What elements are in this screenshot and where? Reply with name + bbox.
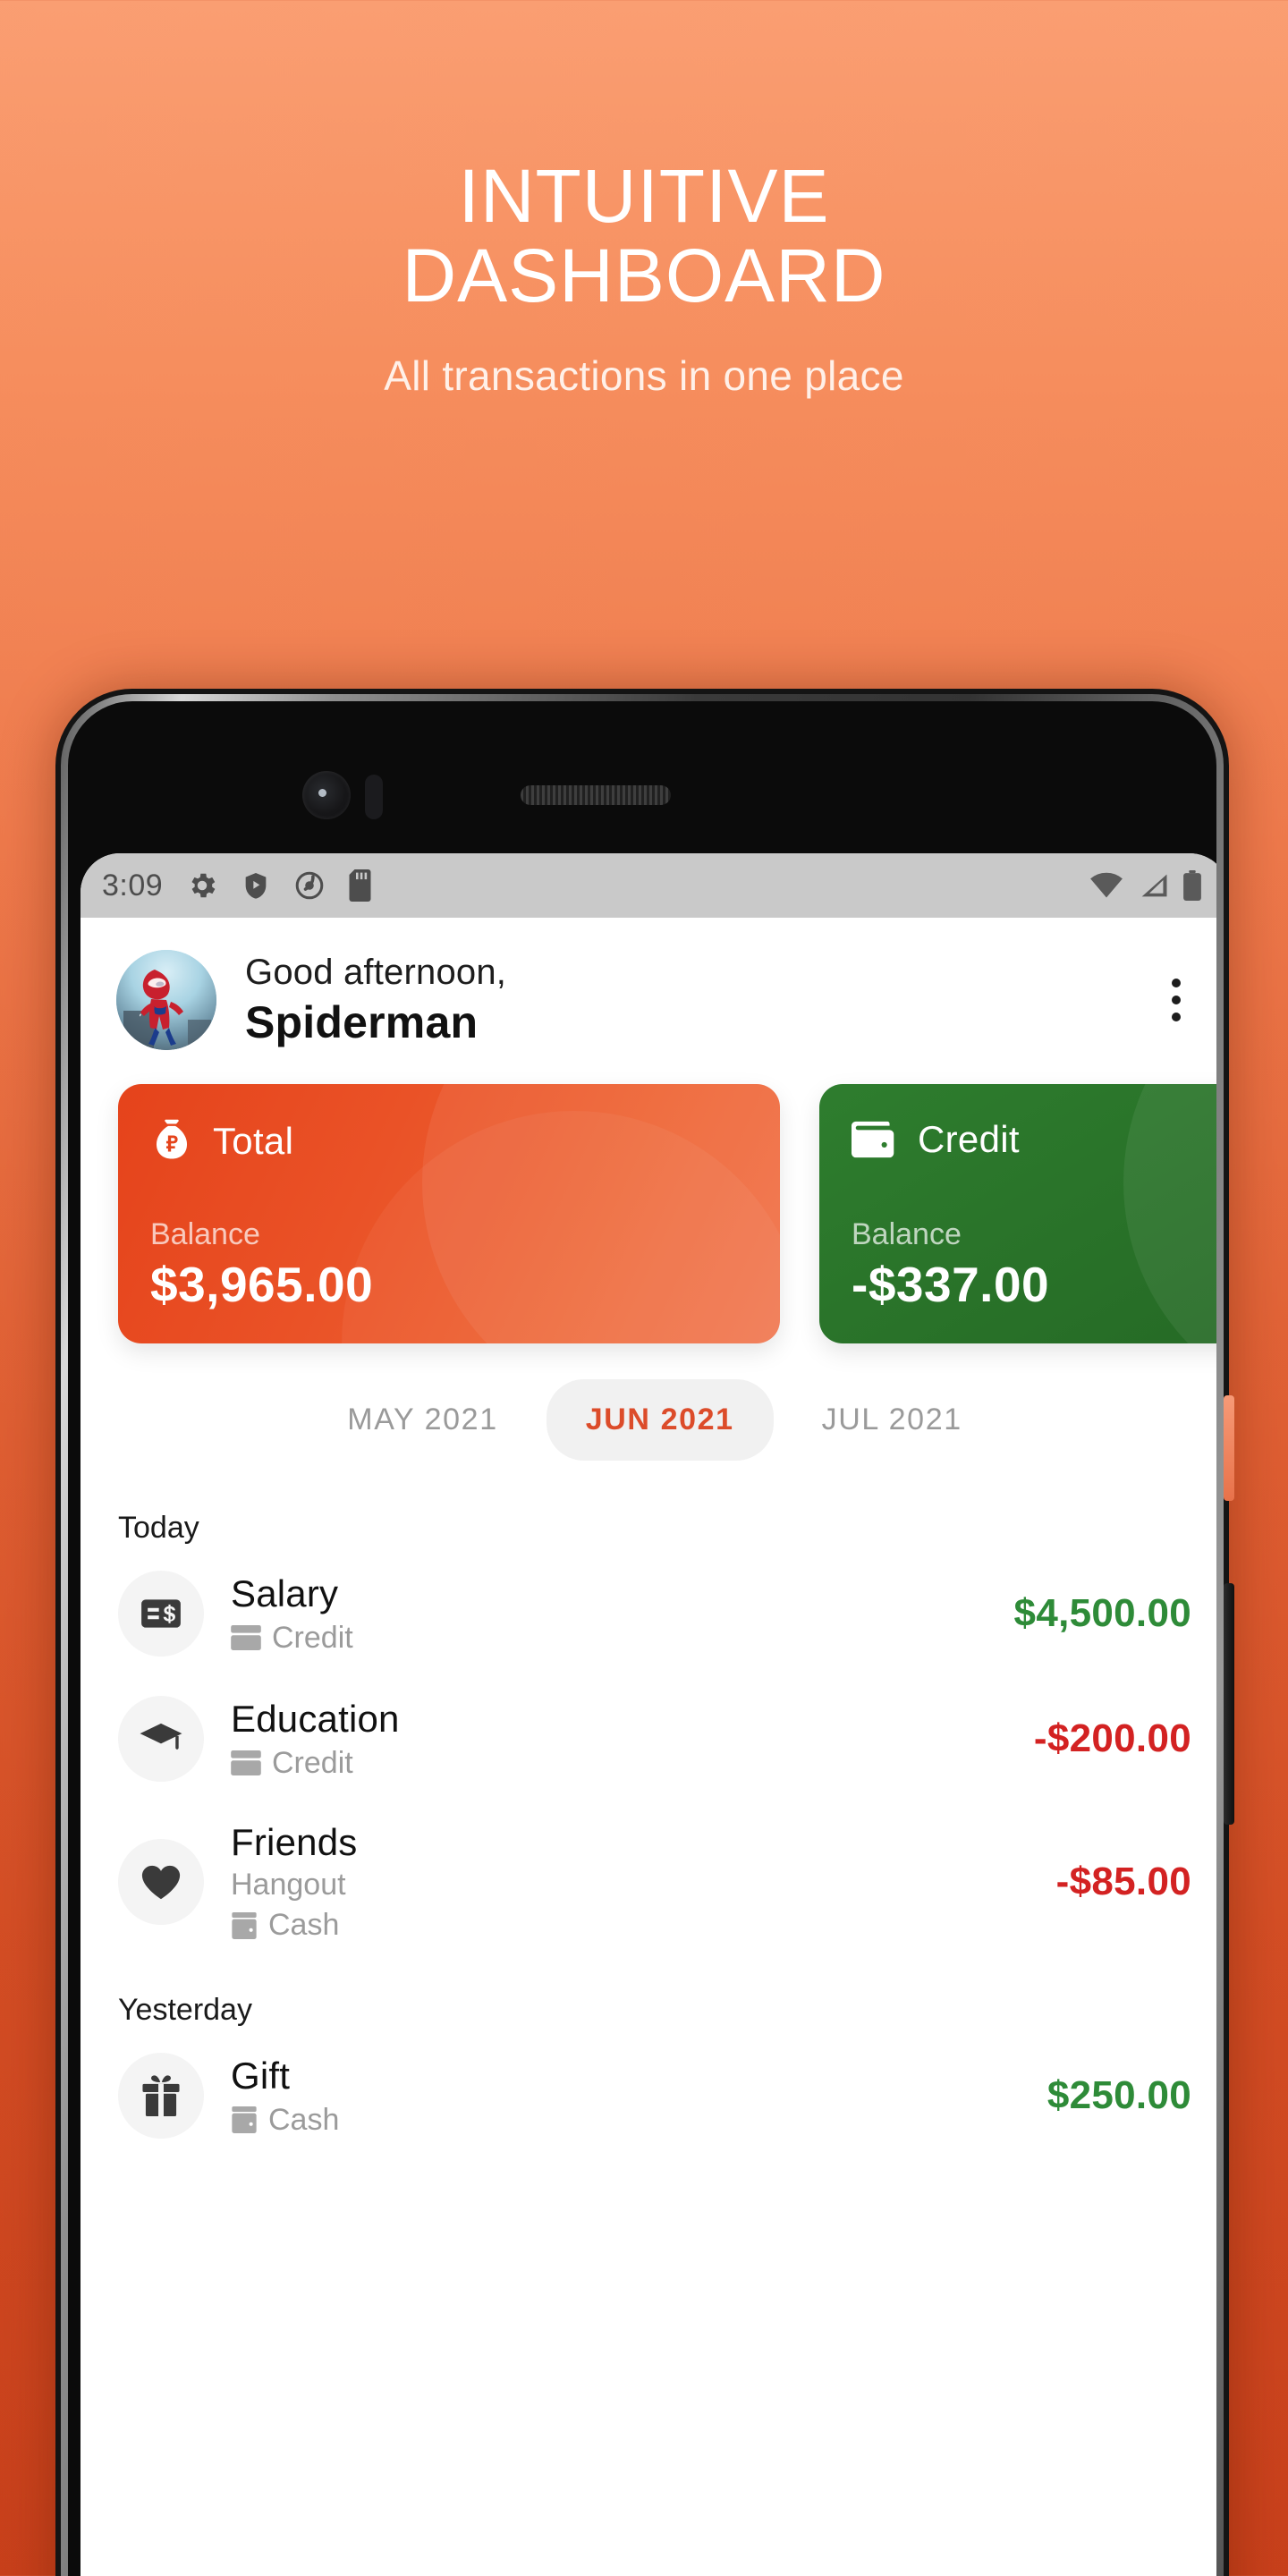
transaction-method-label: Credit [272, 1745, 353, 1780]
front-camera-icon [302, 771, 351, 819]
signal-icon [1141, 874, 1167, 897]
month-tab-may[interactable]: MAY 2021 [308, 1379, 537, 1461]
card-balance-block: Balance $3,965.00 [150, 1217, 748, 1313]
phone-screen-area: 3:09 Good afternoon, Spiderman Total Bal… [68, 701, 1216, 2576]
transaction-row[interactable]: Salary Credit $4,500.00 [118, 1551, 1191, 1676]
earpiece-speaker-icon [521, 785, 671, 805]
balance-card-credit[interactable]: Credit Balance -$337.00 [819, 1084, 1216, 1343]
app-header: Good afternoon, Spiderman [80, 918, 1216, 1059]
transaction-info: Friends Hangout Cash [231, 1821, 357, 1943]
greeting-block: Good afternoon, Spiderman [245, 953, 506, 1048]
salary-bill-icon [118, 1571, 204, 1657]
card-title: Total [213, 1120, 294, 1162]
transaction-info: Education Credit [231, 1698, 400, 1781]
card-balance-block: Balance -$337.00 [852, 1217, 1216, 1313]
card-balance-label: Balance [852, 1217, 962, 1251]
transaction-method-label: Cash [268, 2102, 340, 2137]
card-title: Credit [918, 1118, 1020, 1160]
gear-icon [191, 873, 216, 898]
card-balance-amount: -$337.00 [852, 1257, 1050, 1312]
transaction-method: Cash [231, 1908, 357, 1943]
transaction-method-label: Cash [268, 1908, 340, 1942]
card-icon [231, 1750, 261, 1775]
day-group-title: Yesterday [118, 1993, 252, 2027]
more-options-icon[interactable] [1159, 970, 1193, 1030]
transaction-method: Credit [231, 1746, 400, 1781]
transaction-method-label: Credit [272, 1620, 353, 1655]
app-screen: 3:09 Good afternoon, Spiderman Total Bal… [80, 853, 1216, 2576]
cash-icon [232, 2106, 257, 2133]
month-selector[interactable]: MAY 2021 JUN 2021 JUL 2021 [80, 1343, 1216, 1470]
transaction-name: Gift [231, 2054, 291, 2097]
power-button[interactable] [1224, 1395, 1234, 1501]
card-balance-label: Balance [150, 1217, 260, 1251]
transaction-row[interactable]: Education Credit -$200.00 [118, 1676, 1191, 1801]
status-bar: 3:09 [80, 853, 1216, 918]
status-bar-right [1089, 870, 1202, 901]
battery-icon [1183, 870, 1201, 901]
greeting-text: Good afternoon, [245, 952, 507, 992]
transaction-name: Education [231, 1697, 400, 1740]
play-shield-icon [245, 873, 267, 899]
heart-icon [118, 1839, 204, 1925]
transaction-method: Credit [231, 1621, 353, 1656]
balance-card-carousel[interactable]: Total Balance $3,965.00 Credit Balance -… [80, 1059, 1216, 1343]
transaction-row[interactable]: Gift Cash $250.00 [118, 2033, 1191, 2158]
status-bar-clock: 3:09 [102, 868, 164, 902]
transaction-amount: -$85.00 [1055, 1860, 1191, 1903]
spiderman-avatar-icon [139, 970, 183, 1046]
phone-device-frame: 3:09 Good afternoon, Spiderman Total Bal… [55, 689, 1234, 2576]
transaction-amount: -$200.00 [1033, 1716, 1191, 1760]
money-bag-icon [156, 1119, 188, 1159]
promo-subtitle: All transactions in one place [384, 352, 904, 400]
username-text: Spiderman [245, 996, 479, 1047]
card-icon [231, 1625, 261, 1650]
promo-title-line2: DASHBOARD [402, 233, 886, 318]
transaction-info: Gift Cash [231, 2055, 339, 2138]
transaction-info: Salary Credit [231, 1572, 353, 1656]
transaction-row[interactable]: Friends Hangout Cash -$85.00 [118, 1801, 1191, 1962]
transaction-amount: $250.00 [1046, 2073, 1191, 2117]
day-group-title: Today [118, 1511, 199, 1545]
transaction-day-group: Today Salary Credit $4,500.00 Education … [118, 1511, 1191, 1962]
promo-title-line1: INTUITIVE [458, 154, 830, 238]
do-not-disturb-icon [295, 871, 324, 900]
status-bar-left: 3:09 [102, 869, 374, 903]
transaction-name: Salary [231, 1572, 339, 1614]
transaction-name: Friends [231, 1821, 358, 1863]
cash-icon [232, 1911, 257, 1939]
wifi-icon [1090, 872, 1123, 898]
graduation-cap-icon [118, 1696, 204, 1782]
avatar[interactable] [116, 950, 216, 1050]
balance-card-total[interactable]: Total Balance $3,965.00 [118, 1084, 780, 1343]
kebab-dot [1172, 996, 1181, 1004]
card-header: Total [150, 1118, 748, 1165]
transaction-note: Hangout [231, 1868, 346, 1902]
wallet-icon [852, 1121, 894, 1158]
month-tab-jun[interactable]: JUN 2021 [546, 1379, 774, 1461]
kebab-dot [1172, 979, 1181, 987]
proximity-sensor-icon [365, 775, 383, 819]
promo-banner: INTUITIVE DASHBOARD All transactions in … [0, 0, 1288, 400]
transaction-day-group: Yesterday Gift Cash $250.00 [118, 1993, 1191, 2158]
gift-icon [118, 2053, 204, 2139]
volume-rocker-button[interactable] [1224, 1583, 1234, 1825]
card-header: Credit [852, 1118, 1216, 1161]
month-tab-jul[interactable]: JUL 2021 [783, 1379, 1002, 1461]
card-balance-amount: $3,965.00 [150, 1257, 374, 1312]
sd-card-icon [349, 869, 371, 902]
kebab-dot [1172, 1013, 1181, 1021]
transaction-amount: $4,500.00 [1013, 1591, 1191, 1635]
transaction-list: Today Salary Credit $4,500.00 Education … [80, 1470, 1216, 2158]
transaction-method: Cash [231, 2103, 339, 2138]
